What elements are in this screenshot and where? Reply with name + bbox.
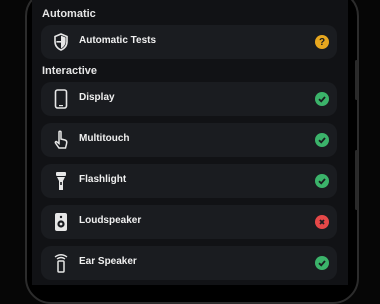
section-title-automatic: Automatic [42, 8, 96, 20]
row-label: Multitouch [79, 133, 130, 144]
row-label: Loudspeaker [79, 215, 142, 226]
side-button [355, 150, 358, 210]
list-item-display[interactable]: Display [41, 82, 337, 116]
check-icon [315, 174, 329, 188]
unknown-status-icon: ? [315, 35, 329, 49]
row-label: Automatic Tests [79, 35, 157, 46]
ear-speaker-icon [51, 253, 71, 273]
screen: Automatic Automatic Tests ? Interactive … [32, 0, 348, 285]
list-item-loudspeaker[interactable]: Loudspeaker [41, 205, 337, 239]
list-item-automatic-tests[interactable]: Automatic Tests ? [41, 25, 337, 59]
flashlight-icon [51, 171, 71, 191]
shield-icon [51, 32, 71, 52]
row-label: Flashlight [79, 174, 127, 185]
side-button [355, 60, 358, 100]
check-icon [315, 92, 329, 106]
check-icon [315, 133, 329, 147]
row-label: Ear Speaker [79, 256, 137, 267]
check-icon [315, 256, 329, 270]
list-item-ear-speaker[interactable]: Ear Speaker [41, 246, 337, 280]
row-label: Display [79, 92, 115, 103]
close-icon [315, 215, 329, 229]
section-title-interactive: Interactive [42, 65, 98, 77]
list-item-multitouch[interactable]: Multitouch [41, 123, 337, 157]
speaker-icon [51, 212, 71, 232]
list-item-flashlight[interactable]: Flashlight [41, 164, 337, 198]
phone-icon [51, 89, 71, 109]
touch-hand-icon [51, 130, 71, 150]
